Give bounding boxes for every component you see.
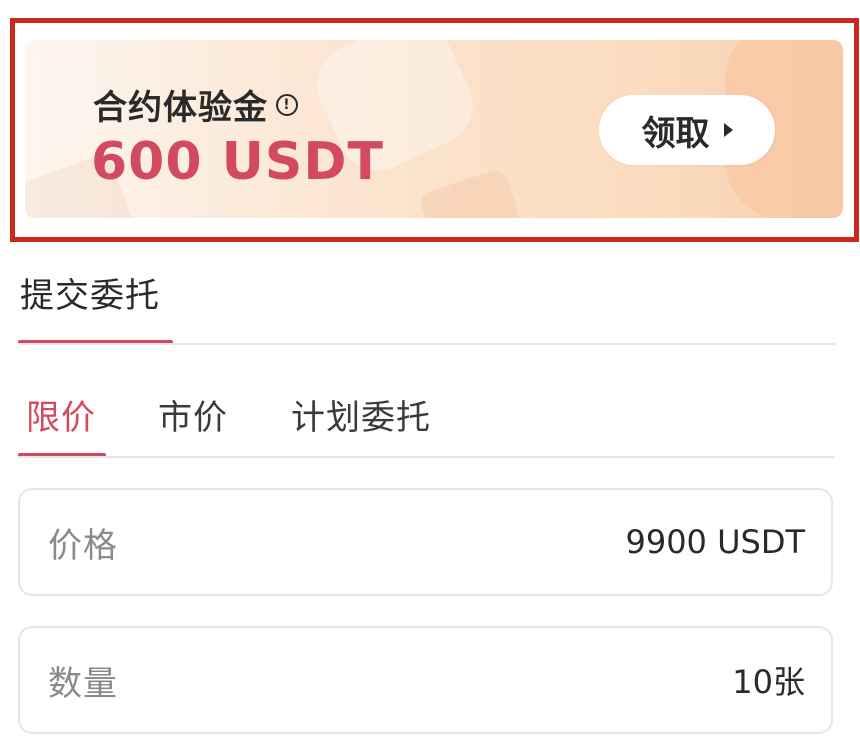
claim-button[interactable]: 领取 bbox=[599, 95, 775, 165]
quantity-label: 数量 bbox=[48, 663, 118, 704]
order-type-tabs: 限价 市价 计划委托 bbox=[18, 390, 835, 458]
banner-title-text: 合约体验金 bbox=[93, 88, 268, 128]
tabs-divider bbox=[18, 456, 835, 458]
quantity-field[interactable]: 数量 10张 bbox=[18, 626, 833, 734]
claim-button-label: 领取 bbox=[641, 113, 710, 154]
banner-amount: 600 USDT bbox=[91, 132, 384, 192]
info-icon[interactable]: ! bbox=[276, 93, 298, 116]
caret-right-icon bbox=[723, 123, 733, 137]
quantity-value[interactable]: 10张 bbox=[732, 657, 805, 703]
tab-plan-order[interactable]: 计划委托 bbox=[291, 390, 431, 439]
price-label: 价格 bbox=[48, 525, 118, 566]
tab-market[interactable]: 市价 bbox=[158, 390, 228, 439]
tab-limit[interactable]: 限价 bbox=[26, 390, 96, 439]
banner-title: 合约体验金 ! bbox=[93, 80, 298, 129]
section-title: 提交委托 bbox=[20, 276, 160, 316]
trial-fund-banner: 合约体验金 ! 600 USDT 领取 bbox=[25, 40, 843, 218]
price-value[interactable]: 9900 USDT bbox=[625, 523, 805, 561]
section-divider bbox=[18, 343, 835, 345]
price-field[interactable]: 价格 9900 USDT bbox=[18, 488, 833, 596]
banner-decoration bbox=[417, 167, 523, 218]
